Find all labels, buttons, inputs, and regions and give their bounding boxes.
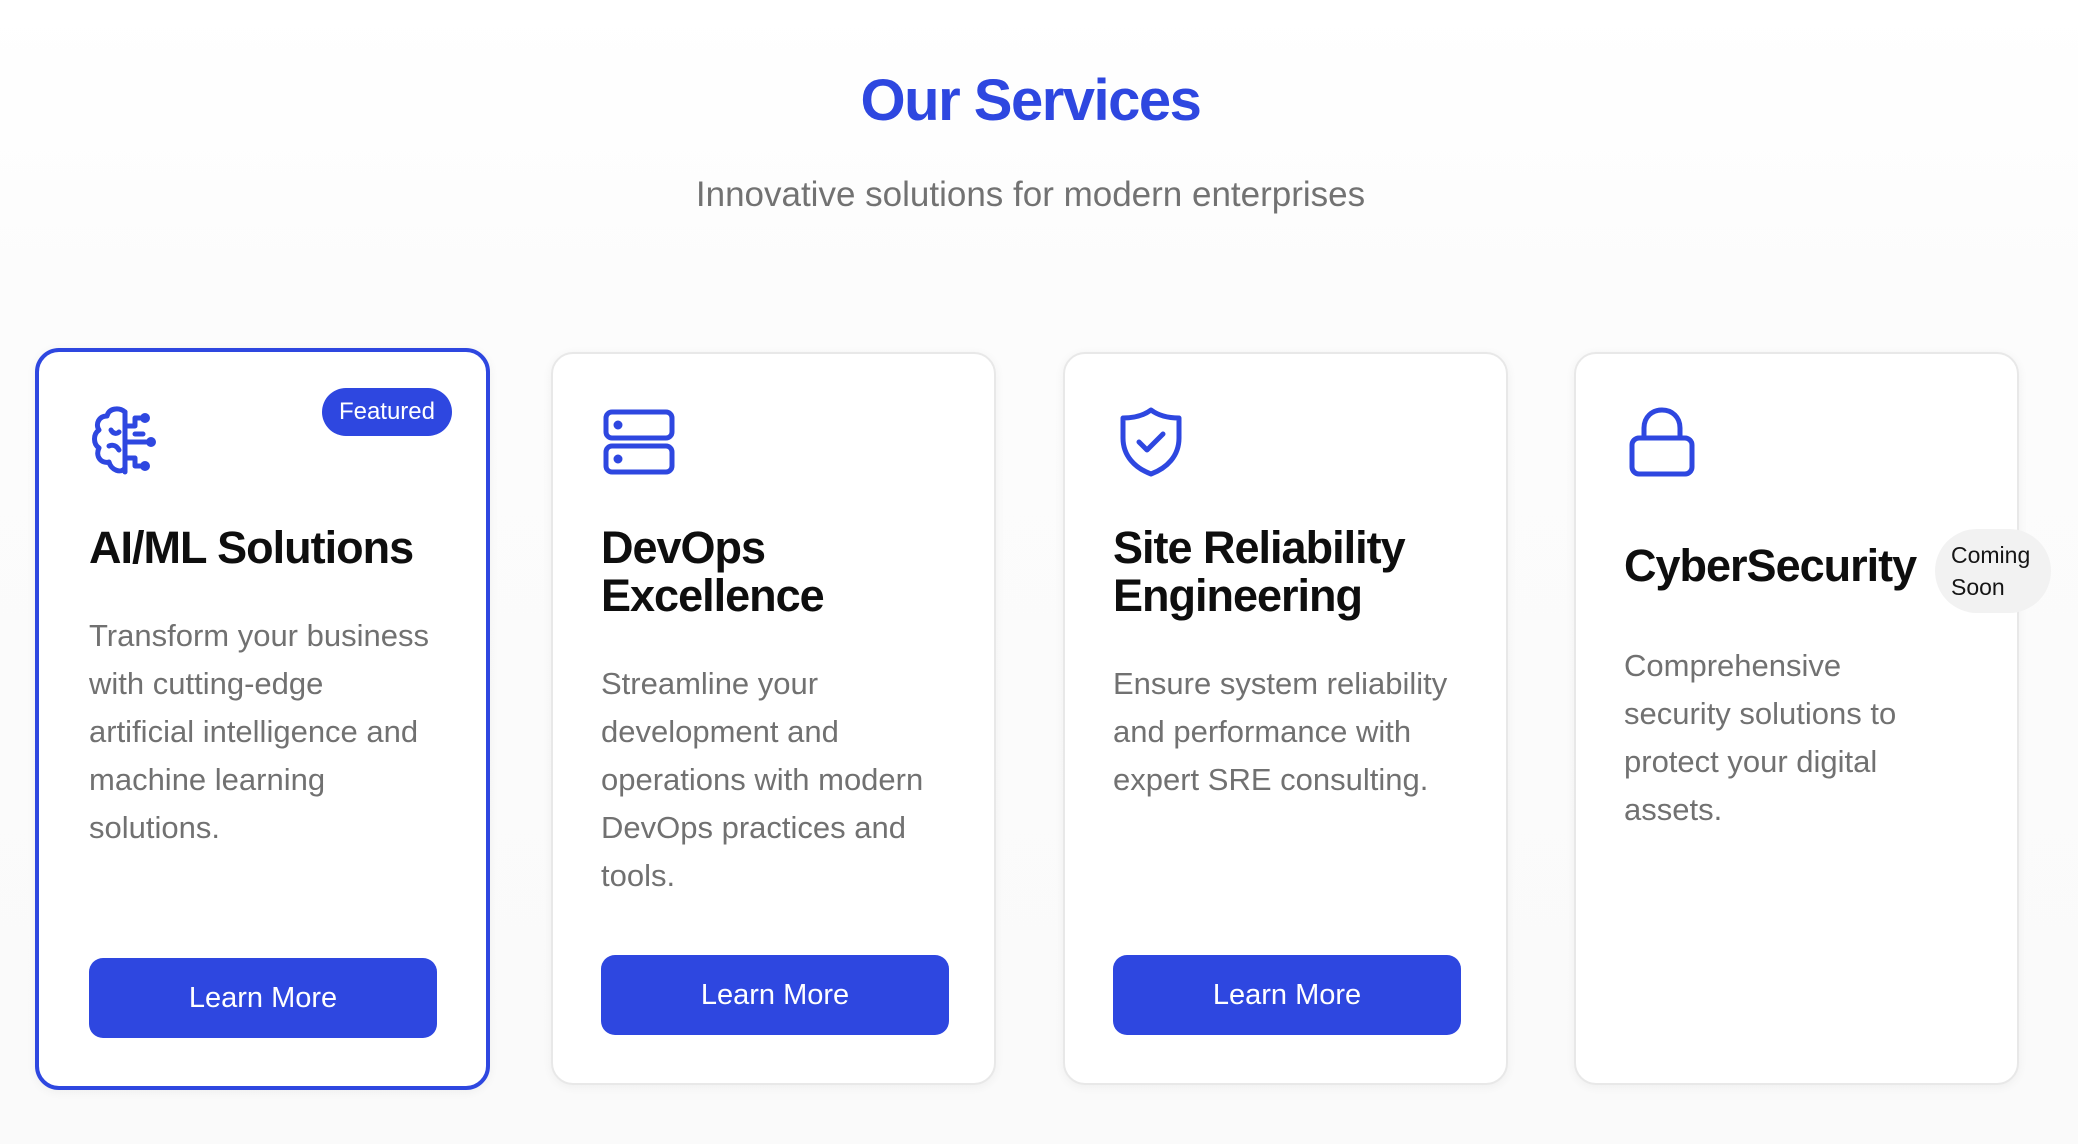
service-card-sre: Site Reliability Engineering Ensure syst… (1063, 352, 1508, 1085)
card-title: Site Reliability Engineering (1113, 522, 1406, 621)
card-title: CyberSecurity (1624, 540, 1917, 591)
card-description: Transform your business with cutting-edg… (89, 618, 429, 845)
card-title: AI/ML Solutions (89, 522, 414, 573)
card-description: Streamline your development and operatio… (601, 666, 924, 893)
page-subtitle: Innovative solutions for modern enterpri… (695, 175, 1366, 214)
card-title: DevOps Excellence (601, 522, 825, 621)
learn-more-button[interactable]: Learn More (89, 958, 437, 1038)
server-icon (601, 404, 677, 480)
lock-icon (1624, 404, 1700, 480)
learn-more-button[interactable]: Learn More (601, 955, 949, 1035)
brain-circuit-icon (89, 404, 165, 480)
page-title: Our Services (860, 68, 1202, 133)
shield-check-icon (1113, 404, 1189, 480)
card-description: Comprehensive security solutions to prot… (1624, 648, 1897, 827)
service-card-cybersecurity: Coming Soon CyberSecurity Comprehensive … (1574, 352, 2051, 1085)
learn-more-button[interactable]: Learn More (1113, 955, 1461, 1035)
service-card-aiml: Featured AI/ML Solutions Transform your … (35, 348, 490, 1090)
service-card-devops: DevOps Excellence Streamline your develo… (551, 352, 996, 1085)
card-description: Ensure system reliability and performanc… (1113, 666, 1448, 797)
